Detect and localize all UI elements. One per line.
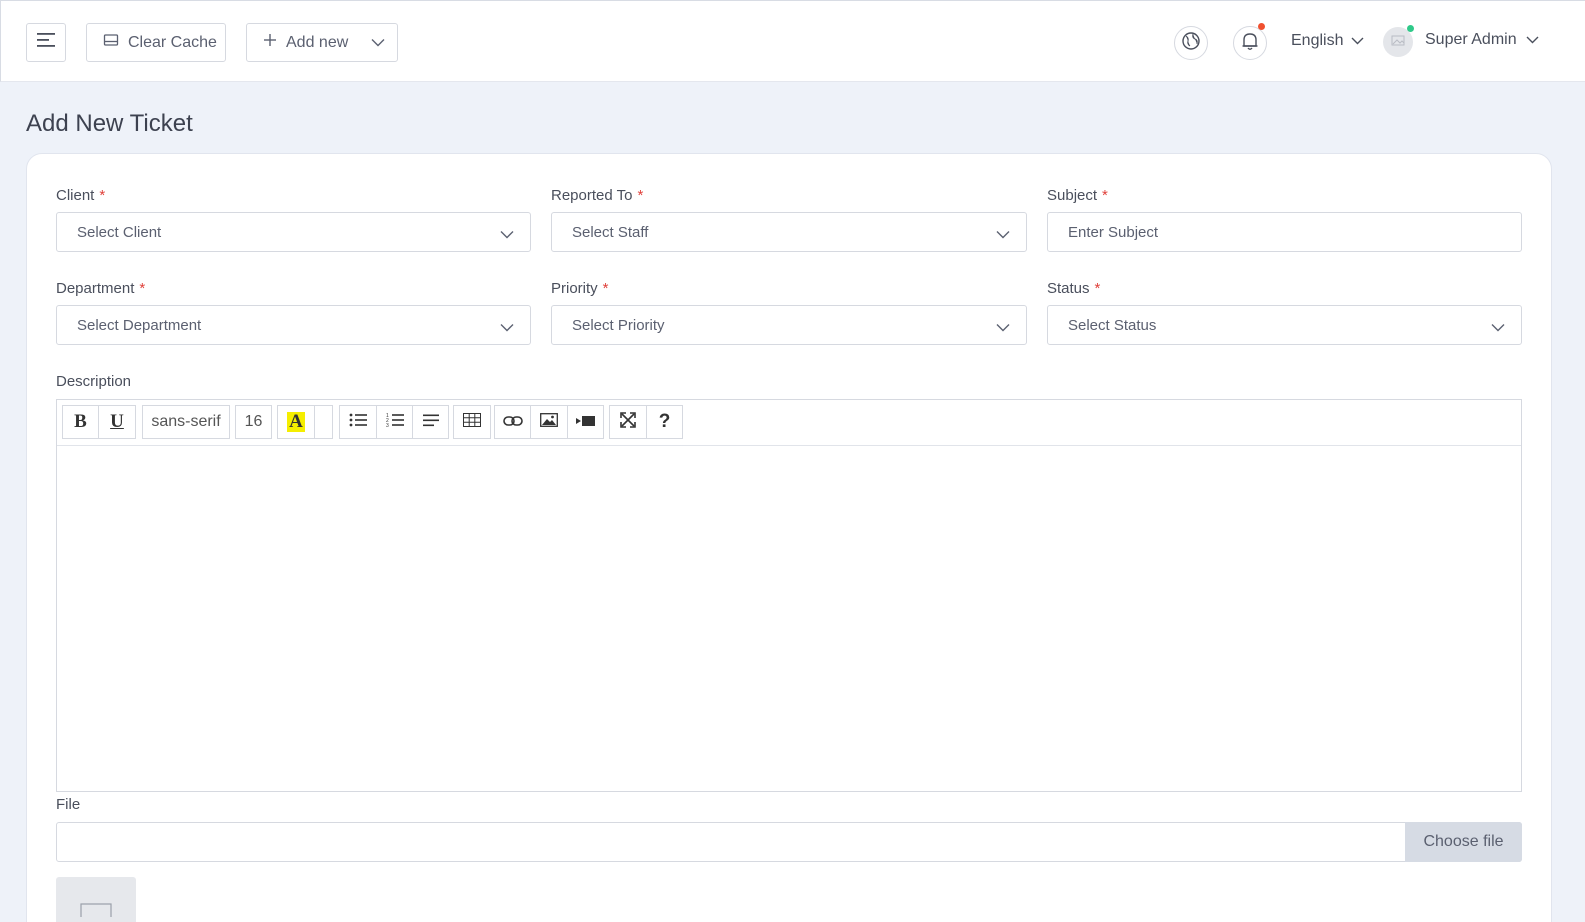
top-bar: Clear Cache Add new English Super Admin <box>0 0 1585 82</box>
editor-content-area[interactable] <box>57 446 1521 791</box>
editor-toolbar: B U sans-serif 16 A 123 ? <box>57 400 1521 446</box>
link-button[interactable] <box>494 405 531 439</box>
video-icon <box>575 412 596 432</box>
help-button[interactable]: ? <box>646 405 683 439</box>
text-color-button[interactable]: A <box>277 405 315 439</box>
align-left-icon <box>422 412 439 432</box>
table-icon <box>463 412 481 432</box>
picture-icon <box>540 412 558 432</box>
client-select[interactable]: Select Client <box>56 212 531 252</box>
reported-to-select[interactable]: Select Staff <box>551 212 1027 252</box>
user-menu[interactable]: Super Admin <box>1425 31 1539 49</box>
notification-dot <box>1258 23 1265 30</box>
choose-file-button[interactable]: Choose file <box>1405 822 1522 862</box>
chevron-down-icon <box>996 226 1010 243</box>
image-button[interactable] <box>530 405 568 439</box>
menu-toggle-button[interactable] <box>26 23 66 62</box>
status-label: Status * <box>1047 280 1100 297</box>
subject-label-text: Subject <box>1047 187 1098 204</box>
status-select-placeholder: Select Status <box>1068 316 1157 334</box>
numbered-list-icon: 123 <box>386 412 404 433</box>
font-family-dropdown[interactable]: sans-serif <box>142 405 230 439</box>
chevron-down-icon <box>1526 31 1539 49</box>
notifications-button[interactable] <box>1233 23 1267 60</box>
chevron-down-icon <box>371 34 385 52</box>
clear-cache-label: Clear Cache <box>128 33 217 51</box>
color-letter: A <box>287 411 305 432</box>
chevron-down-icon <box>1491 319 1505 336</box>
reported-to-label: Reported To * <box>551 187 643 204</box>
client-label-text: Client <box>56 187 95 204</box>
page-title: Add New Ticket <box>26 110 193 137</box>
department-select-placeholder: Select Department <box>77 316 202 334</box>
language-label: English <box>1291 32 1344 49</box>
subject-input-placeholder: Enter Subject <box>1068 223 1159 241</box>
department-label: Department * <box>56 280 145 297</box>
chevron-down-icon <box>996 319 1010 336</box>
description-editor: B U sans-serif 16 A 123 ? <box>56 399 1522 792</box>
hamburger-icon <box>36 32 56 53</box>
fullscreen-button[interactable] <box>609 405 647 439</box>
svg-text:3: 3 <box>386 423 389 428</box>
globe-icon <box>1181 31 1201 56</box>
subject-label: Subject * <box>1047 187 1108 204</box>
subject-input[interactable]: Enter Subject <box>1047 212 1522 252</box>
client-select-placeholder: Select Client <box>77 223 162 241</box>
add-new-dropdown[interactable]: Add new <box>246 23 398 62</box>
priority-select[interactable]: Select Priority <box>551 305 1027 345</box>
department-select[interactable]: Select Department <box>56 305 531 345</box>
language-dropdown[interactable]: English <box>1291 32 1364 50</box>
unordered-list-button[interactable] <box>339 405 377 439</box>
bold-button[interactable]: B <box>62 405 99 439</box>
online-status-dot <box>1407 25 1414 32</box>
required-mark: * <box>139 280 146 297</box>
video-button[interactable] <box>567 405 604 439</box>
priority-label: Priority * <box>551 280 609 297</box>
expand-icon <box>620 411 636 433</box>
ordered-list-button[interactable]: 123 <box>376 405 413 439</box>
add-new-label: Add new <box>286 33 349 51</box>
chevron-down-icon <box>1351 32 1364 50</box>
reported-to-select-placeholder: Select Staff <box>572 223 649 241</box>
user-name: Super Admin <box>1425 31 1517 48</box>
avatar[interactable] <box>1383 25 1414 57</box>
eraser-icon <box>103 33 119 52</box>
status-select[interactable]: Select Status <box>1047 305 1522 345</box>
required-mark: * <box>602 280 609 297</box>
font-size-dropdown[interactable]: 16 <box>235 405 272 439</box>
file-input[interactable]: Choose file <box>56 822 1522 862</box>
required-mark: * <box>637 187 644 204</box>
client-label: Client * <box>56 187 105 204</box>
priority-select-placeholder: Select Priority <box>572 316 665 334</box>
chevron-down-icon <box>500 226 514 243</box>
image-preview <box>56 877 136 922</box>
bell-icon <box>1241 31 1259 56</box>
status-label-text: Status <box>1047 280 1090 297</box>
required-mark: * <box>1094 280 1101 297</box>
clear-cache-button[interactable]: Clear Cache <box>86 23 226 62</box>
underline-button[interactable]: U <box>98 405 136 439</box>
paragraph-align-button[interactable] <box>412 405 449 439</box>
priority-label-text: Priority <box>551 280 598 297</box>
image-placeholder-icon <box>1391 33 1405 51</box>
plus-icon <box>263 33 277 52</box>
reported-to-label-text: Reported To <box>551 187 633 204</box>
file-label: File <box>56 796 81 813</box>
website-button[interactable] <box>1174 26 1208 60</box>
link-icon <box>502 412 523 432</box>
required-mark: * <box>1102 187 1108 204</box>
chevron-down-icon <box>500 319 514 336</box>
image-placeholder-icon <box>80 903 112 922</box>
department-label-text: Department <box>56 280 135 297</box>
table-button[interactable] <box>453 405 491 439</box>
required-mark: * <box>99 187 106 204</box>
bullet-list-icon <box>349 412 367 432</box>
description-label: Description <box>56 373 132 390</box>
color-dropdown-toggle[interactable] <box>314 405 333 439</box>
